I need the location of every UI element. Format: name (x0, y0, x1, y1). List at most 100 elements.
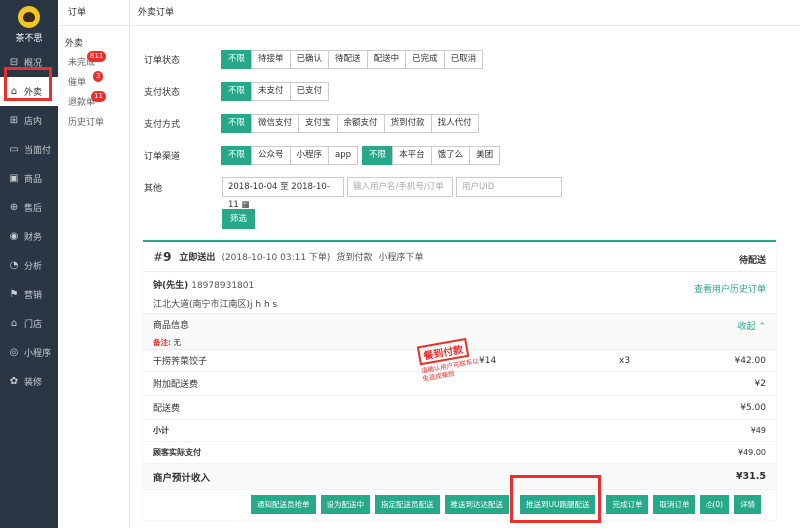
pay-method-all[interactable]: 不限 (221, 113, 253, 133)
order-number: #9 (153, 249, 172, 264)
sidebar-item-label: 商品 (24, 175, 43, 185)
delivery-fee-row: 配送费 ¥5.00 (143, 396, 776, 420)
finance-icon: ◉ (9, 231, 19, 242)
submenu-group: 外卖 (65, 39, 84, 49)
notify-courier-button[interactable]: 通知配送员抢单 (251, 495, 316, 514)
cancel-order-button[interactable]: 取消订单 (653, 495, 696, 514)
brand-logo (18, 6, 40, 28)
submenu-item-history[interactable]: 历史订单 (58, 113, 129, 133)
page-title: 外卖订单 (130, 0, 800, 26)
channel-all[interactable]: 不限 (221, 145, 253, 165)
customer-name: 钟(先生) (153, 281, 189, 291)
submenu-item-unfinished[interactable]: 未完成 811 (58, 51, 129, 73)
pay-method-balance[interactable]: 余额支付 (336, 113, 385, 133)
sidebar-item-4[interactable]: ▣ 商品 (0, 164, 58, 193)
channel-official-account[interactable]: 公众号 (251, 145, 291, 165)
cod-stamp: 餐到付款 请确认用户可联系以免造成餐损 (416, 336, 485, 400)
order-actions: 通知配送员抢单 设为配送中 指定配送员配送 推送到达达配送 推送到UU跑腿配送 … (251, 495, 766, 514)
submenu-item-reminder[interactable]: 催单 3 (58, 71, 129, 93)
platform-eleme[interactable]: 饿了么 (430, 145, 471, 165)
sidebar-item-11[interactable]: ✿ 装修 (0, 367, 58, 396)
order-status-pending[interactable]: 待接单 (251, 49, 291, 69)
pay-method-alipay[interactable]: 支付宝 (298, 113, 338, 133)
set-delivering-button[interactable]: 设为配送中 (320, 495, 370, 514)
order-status-confirmed[interactable]: 已确认 (289, 49, 330, 69)
income-row: 商户预计收入 ¥31.5 (143, 464, 776, 490)
secondary-menu: 订单 外卖 未完成 811 催单 3 退款单 11 历史订单 (58, 0, 130, 528)
order-status-delivering[interactable]: 配送中 (366, 49, 407, 69)
submenu-item-refund[interactable]: 退款单 11 (58, 91, 129, 113)
sidebar-item-10[interactable]: ◎ 小程序 (0, 338, 58, 367)
pay-status-paid[interactable]: 已支付 (289, 81, 330, 101)
sidebar-item-label: 店内 (24, 117, 43, 127)
order-status-segment: 不限 待接单 已确认 待配送 配送中 已完成 已取消 (221, 49, 484, 69)
push-dada-button[interactable]: 推送到达达配送 (444, 495, 509, 514)
order-status: 待配送 (738, 256, 766, 266)
highlight-takeout (4, 67, 52, 101)
pay-status-unpaid[interactable]: 未支付 (251, 81, 291, 101)
filter-order-status: 订单状态 不限 待接单 已确认 待配送 配送中 已完成 已取消 (144, 49, 484, 69)
wallet-icon: ▭ (9, 144, 19, 155)
sidebar-item-label: 营销 (24, 291, 43, 301)
order-status-all[interactable]: 不限 (221, 49, 253, 69)
pay-method-wechat[interactable]: 微信支付 (251, 113, 300, 133)
order-pay: 货到付款 (336, 253, 373, 263)
filter-other: 其他 2018-10-04 至 2018-10-11 ▦ 输入用户名/手机号/订… (144, 177, 562, 210)
miniprogram-icon: ◎ (9, 347, 19, 358)
sidebar-item-label: 门店 (24, 320, 43, 330)
uid-input[interactable]: 用户UID (456, 177, 562, 197)
unfinished-badge: 811 (87, 51, 107, 62)
customer-info: 钟(先生) 18978931801 江北大道(南宁市江南区)j h h s 查看用… (143, 272, 776, 314)
sidebar-item-5[interactable]: ⊕ 售后 (0, 193, 58, 222)
detail-button[interactable]: 详情 (734, 495, 762, 514)
marketing-icon: ⚑ (9, 289, 19, 300)
brand[interactable]: 茶不思 (0, 0, 58, 48)
platform-all[interactable]: 不限 (362, 145, 394, 165)
sidebar-item-9[interactable]: ⌂ 门店 (0, 309, 58, 338)
order-type: 立即送出 (179, 253, 216, 263)
platform-meituan[interactable]: 美团 (469, 145, 501, 165)
filter-pay-status: 支付状态 不限 未支付 已支付 (144, 81, 330, 101)
date-range-input[interactable]: 2018-10-04 至 2018-10-11 ▦ (222, 177, 344, 210)
sidebar-item-label: 财务 (24, 233, 43, 243)
analysis-icon: ◔ (9, 260, 19, 271)
store-icon: ⊞ (9, 115, 19, 126)
collapse-toggle[interactable]: 收起 ⌃ (738, 319, 766, 332)
order-card: #9 立即送出 (2018-10-10 03:11 下单) 货到付款 小程序下单… (143, 240, 776, 520)
print-button[interactable]: ⎙(0) (700, 495, 730, 514)
sidebar-item-label: 装修 (24, 378, 43, 388)
order-status-to-deliver[interactable]: 待配送 (328, 49, 368, 69)
goods-icon: ▣ (9, 173, 19, 184)
order-header: #9 立即送出 (2018-10-10 03:11 下单) 货到付款 小程序下单… (143, 242, 776, 272)
customer-address: 江北大道(南宁市江南区)j h h s (153, 300, 278, 310)
filter-button[interactable]: 筛选 (222, 209, 256, 229)
pay-method-cod[interactable]: 货到付款 (383, 113, 432, 133)
assign-courier-button[interactable]: 指定配送员配送 (375, 495, 440, 514)
complete-order-button[interactable]: 完成订单 (606, 495, 649, 514)
sidebar-item-2[interactable]: ⊞ 店内 (0, 106, 58, 135)
filter-pay-method: 支付方式 不限 微信支付 支付宝 余额支付 货到付款 找人代付 (144, 113, 479, 133)
platform-self[interactable]: 本平台 (392, 145, 432, 165)
sidebar-item-8[interactable]: ⚑ 营销 (0, 280, 58, 309)
sidebar-item-3[interactable]: ▭ 当面付 (0, 135, 58, 164)
user-history-link[interactable]: 查看用户历史订单 (694, 282, 766, 295)
refund-badge: 11 (91, 91, 106, 102)
customer-phone: 18978931801 (191, 281, 255, 291)
sidebar-item-7[interactable]: ◔ 分析 (0, 251, 58, 280)
pay-method-proxy[interactable]: 找人代付 (430, 113, 479, 133)
pay-status-all[interactable]: 不限 (221, 81, 253, 101)
highlight-uu-button (510, 475, 601, 523)
sidebar-item-label: 当面付 (24, 146, 52, 156)
decorate-icon: ✿ (9, 376, 19, 387)
channel-app[interactable]: app (328, 145, 359, 165)
subtotal-row: 小计 ¥49 (143, 420, 776, 442)
order-status-cancelled[interactable]: 已取消 (443, 49, 484, 69)
sidebar-item-6[interactable]: ◉ 财务 (0, 222, 58, 251)
order-status-done[interactable]: 已完成 (405, 49, 445, 69)
submenu-title: 订单 (58, 0, 129, 26)
channel-miniprogram[interactable]: 小程序 (289, 145, 330, 165)
shop-icon: ⌂ (10, 318, 18, 329)
search-input[interactable]: 输入用户名/手机号/订单 (347, 177, 453, 197)
paid-row: 顾客实际支付 ¥49.00 (143, 442, 776, 464)
order-source: 小程序下单 (378, 253, 424, 263)
